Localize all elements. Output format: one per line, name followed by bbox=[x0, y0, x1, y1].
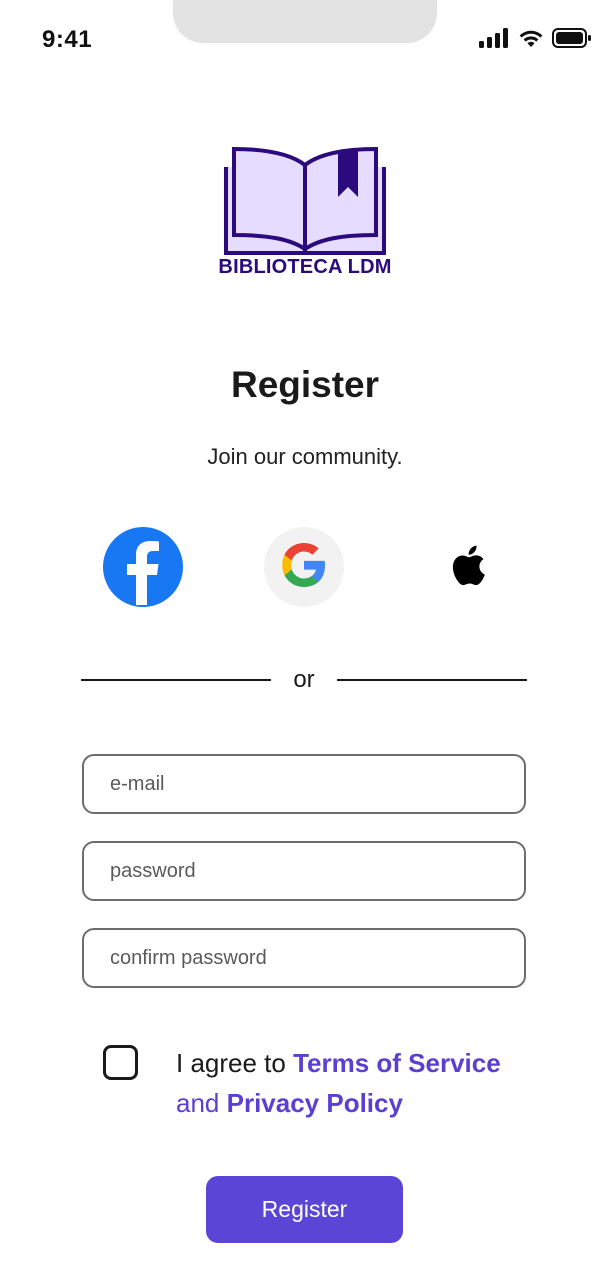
terms-and: and bbox=[176, 1088, 227, 1118]
device-notch bbox=[173, 0, 437, 43]
privacy-policy-link[interactable]: Privacy Policy bbox=[227, 1088, 403, 1118]
terms-prefix: I agree to bbox=[176, 1048, 294, 1078]
password-field[interactable] bbox=[82, 841, 526, 901]
page-title: Register bbox=[230, 364, 380, 405]
facebook-login-button[interactable] bbox=[103, 527, 183, 607]
terms-text: I agree to Terms of Service and Privacy … bbox=[176, 1043, 536, 1123]
terms-of-service-link[interactable]: Terms of Service bbox=[293, 1048, 501, 1078]
google-login-button[interactable] bbox=[264, 527, 344, 607]
status-time: 9:41 bbox=[42, 26, 93, 53]
register-button[interactable]: Register bbox=[206, 1176, 403, 1243]
logo-text: BIBLIOTECA LDM bbox=[218, 256, 392, 278]
divider-text: or bbox=[293, 666, 315, 693]
cellular-signal-icon bbox=[478, 28, 510, 48]
confirm-password-field[interactable] bbox=[82, 928, 526, 988]
google-icon bbox=[278, 539, 330, 596]
divider-line-left bbox=[81, 679, 271, 681]
terms-checkbox[interactable] bbox=[103, 1045, 138, 1080]
apple-login-button[interactable] bbox=[425, 527, 505, 607]
divider-line-right bbox=[337, 679, 527, 681]
app-logo: BIBLIOTECA LDM bbox=[205, 145, 405, 285]
battery-icon bbox=[552, 28, 592, 48]
page-subtitle: Join our community. bbox=[207, 444, 403, 469]
facebook-icon bbox=[103, 525, 183, 610]
status-bar: 9:41 bbox=[0, 0, 610, 80]
status-icons bbox=[478, 28, 592, 48]
email-field[interactable] bbox=[82, 754, 526, 814]
apple-icon bbox=[443, 541, 487, 594]
wifi-icon bbox=[518, 28, 544, 48]
open-book-icon bbox=[205, 145, 405, 257]
